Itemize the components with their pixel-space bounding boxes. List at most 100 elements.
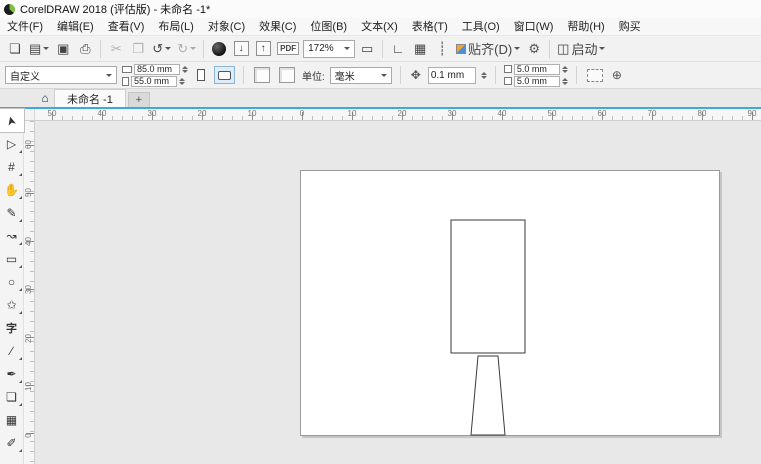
zoom-level-value: 172% [308, 43, 334, 54]
pen-tool[interactable]: ✒ [0, 362, 24, 385]
menu-buy[interactable]: 购买 [612, 18, 648, 36]
undo-button[interactable]: ↺ [150, 38, 173, 60]
menu-help[interactable]: 帮助(H) [560, 18, 611, 36]
spinner-icon[interactable] [179, 78, 185, 85]
polygon-tool[interactable]: ✩ [0, 293, 24, 316]
menu-layout[interactable]: 布局(L) [151, 18, 200, 36]
crop-tool-icon: # [8, 160, 15, 174]
eyedropper-tool[interactable]: ✐ [0, 431, 24, 454]
shape-tool[interactable]: ▷ [0, 132, 24, 155]
page-height-field[interactable]: 55.0 mm [131, 76, 177, 87]
new-tab-button[interactable]: + [128, 92, 150, 107]
ruler-number: 50 [24, 187, 33, 198]
page-width-field[interactable]: 85.0 mm [134, 64, 180, 75]
crop-tool[interactable]: # [0, 155, 24, 178]
menu-text[interactable]: 文本(X) [354, 18, 405, 36]
menu-effects[interactable]: 效果(C) [252, 18, 303, 36]
ruler-number: 0 [300, 109, 304, 118]
redo-button[interactable]: ↻ [175, 38, 198, 60]
ruler-origin-corner[interactable] [24, 109, 35, 121]
separator [495, 66, 496, 84]
show-guidelines-button[interactable]: ┊ [432, 38, 452, 60]
menu-table[interactable]: 表格(T) [405, 18, 455, 36]
guidelines-icon: ┊ [438, 41, 446, 57]
undo-icon: ↺ [152, 41, 163, 57]
nudge-distance-field[interactable]: 0.1 mm [428, 67, 476, 84]
transparency-tool-icon: ▦ [6, 413, 17, 427]
show-grid-button[interactable]: ▦ [410, 38, 430, 60]
launcher-icon: ◫ [557, 41, 569, 57]
welcome-home-button[interactable]: ⌂ [36, 89, 54, 107]
spinner-icon[interactable] [481, 72, 487, 79]
menu-bitmaps[interactable]: 位图(B) [303, 18, 354, 36]
fullscreen-preview-icon: ▭ [361, 41, 373, 57]
document-page[interactable] [300, 170, 720, 436]
crosshair-icon: ⊕ [612, 68, 622, 82]
landscape-icon [218, 71, 231, 80]
drawing-svg[interactable] [301, 171, 721, 437]
fullscreen-preview-button[interactable]: ▭ [357, 38, 377, 60]
horizontal-ruler[interactable]: 50 40 30 20 10 0 10 20 30 40 50 60 70 80… [35, 109, 761, 121]
copy-button[interactable]: ❐ [128, 38, 148, 60]
window-title: CorelDRAW 2018 (评估版) - 未命名 -1* [20, 1, 210, 17]
page-preset-select[interactable]: 自定义 [5, 66, 117, 84]
ruler-number: 60 [24, 139, 33, 150]
application-launcher-button[interactable]: ◫ 启动 [555, 38, 607, 60]
show-rulers-button[interactable]: ∟ [388, 38, 408, 60]
all-pages-button[interactable] [252, 64, 272, 86]
duplicate-x-icon [504, 65, 512, 73]
pick-tool[interactable]: ➤ [0, 109, 24, 132]
drawing-canvas[interactable] [35, 121, 761, 464]
snap-to-button[interactable]: 贴齐(D) [454, 38, 522, 60]
export-button[interactable]: ↑ [253, 38, 273, 60]
artistic-media-tool[interactable]: ↝ [0, 224, 24, 247]
publish-pdf-button[interactable]: PDF [275, 38, 301, 60]
standard-toolbar: ❏ ▤ ▣ ⎙ ✂ ❐ ↺ ↻ ↓ ↑ PDF 172% ▭ ∟ ▦ ┊ 贴齐(… [0, 36, 761, 62]
new-document-icon: ❏ [9, 41, 21, 57]
options-button[interactable]: ⚙ [524, 38, 544, 60]
ruler-number: 50 [548, 109, 557, 118]
search-content-button[interactable] [209, 38, 229, 60]
duplicate-x-field[interactable]: 5.0 mm [514, 64, 560, 75]
crosshair-button[interactable]: ⊕ [610, 64, 624, 86]
vertical-ruler[interactable]: 60 50 40 30 20 10 0 [24, 121, 35, 464]
menu-file[interactable]: 文件(F) [0, 18, 50, 36]
pan-zoom-tool[interactable]: ✋ [0, 178, 24, 201]
nudge-icon: ✥ [409, 64, 423, 86]
ellipse-tool[interactable]: ○ [0, 270, 24, 293]
print-button[interactable]: ⎙ [75, 38, 95, 60]
treat-as-filled-button[interactable] [585, 64, 605, 86]
landscape-orientation-button[interactable] [214, 66, 235, 84]
treat-as-filled-icon [587, 69, 603, 82]
spinner-icon[interactable] [562, 66, 568, 73]
menu-view[interactable]: 查看(V) [101, 18, 152, 36]
freehand-tool[interactable]: ✎ [0, 201, 24, 224]
page-width-icon [122, 66, 132, 73]
cut-button[interactable]: ✂ [106, 38, 126, 60]
duplicate-distance-fields: 5.0 mm 5.0 mm [504, 64, 568, 87]
menu-edit[interactable]: 编辑(E) [50, 18, 101, 36]
new-document-button[interactable]: ❏ [5, 38, 25, 60]
import-button[interactable]: ↓ [231, 38, 251, 60]
rectangle-tool[interactable]: ▭ [0, 247, 24, 270]
save-button[interactable]: ▣ [53, 38, 73, 60]
spinner-icon[interactable] [562, 78, 568, 85]
duplicate-y-field[interactable]: 5.0 mm [514, 76, 560, 87]
spinner-icon[interactable] [182, 66, 188, 73]
portrait-orientation-button[interactable] [193, 66, 209, 84]
shadow-tool[interactable]: ❏ [0, 385, 24, 408]
text-tool[interactable]: 字 [0, 316, 24, 339]
menu-window[interactable]: 窗口(W) [507, 18, 561, 36]
open-folder-icon: ▤ [29, 41, 41, 57]
coreldraw-logo-icon [4, 4, 15, 15]
chevron-down-icon [381, 74, 387, 77]
menu-tools[interactable]: 工具(O) [455, 18, 507, 36]
menu-object[interactable]: 对象(C) [201, 18, 252, 36]
current-page-button[interactable] [277, 64, 297, 86]
transparency-tool[interactable]: ▦ [0, 408, 24, 431]
zoom-level-select[interactable]: 172% [303, 40, 355, 58]
dimension-tool[interactable]: ∕ [0, 339, 24, 362]
units-select[interactable]: 毫米 [330, 67, 392, 84]
open-button[interactable]: ▤ [27, 38, 51, 60]
document-tab[interactable]: 未命名 -1 [54, 89, 126, 107]
